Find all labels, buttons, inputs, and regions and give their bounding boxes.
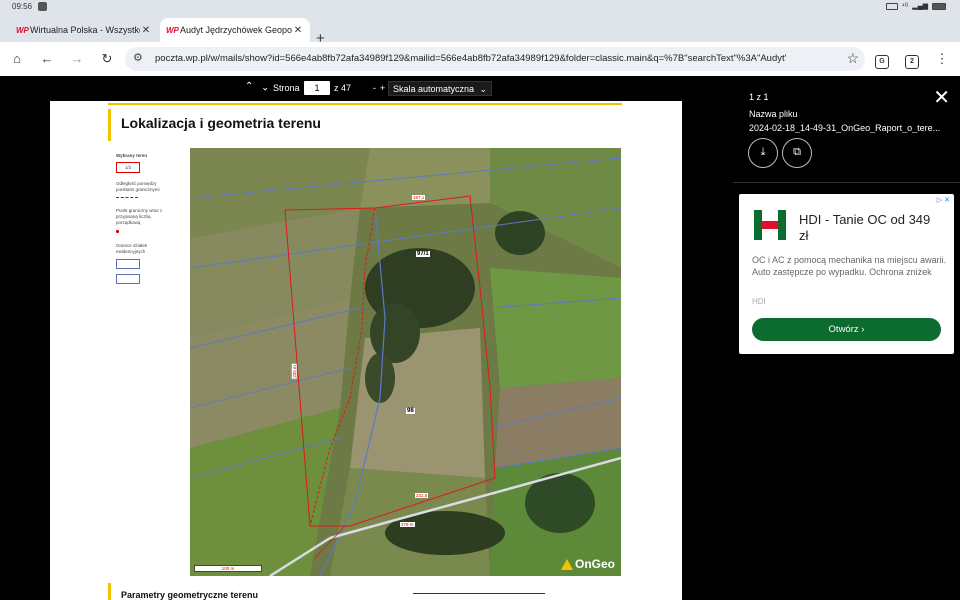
close-tab-icon[interactable]: ✕ bbox=[140, 25, 152, 36]
menu-dots-icon[interactable]: ⋮ bbox=[933, 50, 951, 68]
legend-title: Wybrany teren bbox=[116, 153, 148, 158]
map-legend: Wybrany teren 1/2 Odległość pomiędzy pun… bbox=[116, 153, 174, 289]
legend-parcel-box-2 bbox=[116, 274, 140, 284]
scale-bar: 100 m bbox=[194, 565, 262, 572]
page-label: Strona bbox=[273, 83, 300, 93]
wifi-icon: ⁴ᴳ bbox=[901, 2, 909, 10]
page-total: z 47 bbox=[334, 83, 352, 93]
ongeo-logo-text: OnGeo bbox=[574, 557, 615, 571]
open-external-icon[interactable]: ⧉ bbox=[782, 138, 812, 168]
parcel-label-98: 98 bbox=[406, 408, 415, 414]
zoom-select[interactable]: Skala automatyczna ⌄ bbox=[388, 81, 492, 96]
ongeo-logo-icon bbox=[560, 558, 573, 570]
divider bbox=[733, 182, 960, 183]
battery-icon bbox=[932, 2, 946, 10]
measure-label-top: 197,1 bbox=[412, 195, 426, 200]
ad-description: OC i AC z pomocą mechanika na miejscu aw… bbox=[752, 255, 947, 277]
section-heading-2: Parametry geometryczne terenu bbox=[108, 583, 258, 600]
accent-line bbox=[108, 103, 622, 105]
measure-label-bottom: 276 m bbox=[400, 522, 415, 527]
address-bar[interactable]: ⚙ poczta.wp.pl/w/mails/show?id=566e4ab8f… bbox=[125, 47, 865, 71]
back-arrow-icon[interactable]: ← bbox=[38, 50, 56, 68]
zoom-in-button[interactable]: + bbox=[380, 83, 385, 93]
clock: 09:56 bbox=[12, 2, 33, 11]
tab-title: Audyt Jędrzychówek Geopo bbox=[180, 25, 292, 35]
bookmark-star-icon[interactable]: ☆ bbox=[846, 50, 859, 67]
hdi-logo bbox=[753, 208, 787, 242]
home-icon[interactable]: ⌂ bbox=[8, 50, 26, 68]
parcel-label-97-1: 97/1 bbox=[416, 251, 430, 257]
chevron-down-icon: ⌄ bbox=[479, 84, 487, 94]
next-page-icon[interactable]: ⌃ bbox=[261, 80, 269, 91]
url-text[interactable]: poczta.wp.pl/w/mails/show?id=566e4ab8fb7… bbox=[155, 53, 835, 64]
zoom-out-button[interactable]: - bbox=[373, 83, 376, 93]
legend-parcel-text: Granice działek ewidencyjnych bbox=[116, 243, 148, 254]
tab-wirtualna-polska[interactable]: WP Wirtualna Polska - Wszystko c ✕ bbox=[10, 18, 158, 42]
close-tab-icon[interactable]: ✕ bbox=[292, 25, 304, 36]
map-svg bbox=[190, 148, 621, 576]
reload-icon[interactable]: ↻ bbox=[98, 50, 116, 68]
close-icon[interactable]: ✕ bbox=[933, 88, 950, 108]
tab-strip: WP Wirtualna Polska - Wszystko c ✕ WP Au… bbox=[0, 14, 960, 47]
page-number-input[interactable]: 1 bbox=[304, 81, 330, 95]
attachment-count: 1 z 1 bbox=[749, 92, 769, 102]
site-settings-icon[interactable]: ⚙ bbox=[133, 51, 143, 64]
ad-title[interactable]: HDI - Tanie OC od 349 zł bbox=[799, 212, 939, 244]
chevron-right-icon: › bbox=[861, 324, 865, 335]
section-heading: Lokalizacja i geometria terenu bbox=[108, 109, 321, 141]
document-area[interactable]: Lokalizacja i geometria terenu Wybrany t… bbox=[0, 101, 733, 600]
wp-favicon-icon: WP bbox=[16, 25, 29, 35]
signal-icon: ▂▄▆ bbox=[912, 3, 928, 10]
translate-icon[interactable]: G bbox=[873, 50, 891, 69]
hdi-logo-svg bbox=[754, 210, 786, 240]
measure-label-left: 335 m bbox=[291, 364, 297, 379]
pdf-page: Lokalizacja i geometria terenu Wybrany t… bbox=[50, 101, 682, 600]
tab-audyt[interactable]: WP Audyt Jędrzychówek Geopo ✕ bbox=[160, 18, 310, 42]
legend-distance-text: Odległość pomiędzy punktami granicznymi bbox=[116, 181, 160, 192]
legend-parcel-box bbox=[116, 259, 140, 269]
tab-switcher-button[interactable]: 2 bbox=[903, 50, 921, 69]
ad-source: HDI bbox=[752, 297, 766, 306]
wp-favicon-icon: WP bbox=[166, 25, 179, 35]
legend-point-text: Punkt graniczny wraz z przypisaną liczbą… bbox=[116, 208, 163, 225]
adchoices-icon[interactable]: ▷ ✕ bbox=[937, 196, 950, 204]
aerial-map: 97/1 98 197,1 335 m 276 m 231,6 100 m On… bbox=[190, 148, 621, 576]
forward-arrow-icon[interactable]: → bbox=[68, 50, 86, 68]
ad-open-button[interactable]: Otwórz › bbox=[752, 318, 941, 341]
pdf-viewer-toolbar: ⌃ ⌃ Strona 1 z 47 - + Skala automatyczna… bbox=[0, 76, 733, 101]
legend-point-marker bbox=[116, 230, 119, 233]
legend-selected-box: 1/2 bbox=[116, 162, 140, 173]
measure-label-south: 231,6 bbox=[415, 493, 429, 498]
divider bbox=[413, 593, 545, 594]
nfc-icon bbox=[885, 2, 898, 10]
mail-notification-icon bbox=[38, 2, 47, 11]
status-bar: 09:56 ⁴ᴳ ▂▄▆ bbox=[0, 0, 960, 14]
browser-toolbar: ⌂ ← → ↻ ⚙ poczta.wp.pl/w/mails/show?id=5… bbox=[0, 42, 960, 76]
ad-button-label: Otwórz bbox=[828, 324, 859, 335]
attachment-side-panel: 1 z 1 ✕ Nazwa pliku 2024-02-18_14-49-31_… bbox=[733, 76, 960, 600]
system-icons: ⁴ᴳ ▂▄▆ bbox=[885, 2, 946, 10]
file-name: 2024-02-18_14-49-31_OnGeo_Raport_o_tere.… bbox=[749, 123, 941, 133]
ongeo-logo: OnGeo bbox=[560, 557, 615, 571]
file-name-label: Nazwa pliku bbox=[749, 109, 798, 119]
tab-title: Wirtualna Polska - Wszystko c bbox=[30, 25, 140, 35]
legend-dash-line bbox=[116, 197, 138, 198]
prev-page-icon[interactable]: ⌃ bbox=[245, 81, 253, 92]
zoom-value: Skala automatyczna bbox=[393, 84, 475, 94]
advertisement[interactable]: ▷ ✕ HDI - Tanie OC od 349 zł OC i AC z p… bbox=[739, 194, 954, 354]
download-icon[interactable]: ⤓ bbox=[748, 138, 778, 168]
